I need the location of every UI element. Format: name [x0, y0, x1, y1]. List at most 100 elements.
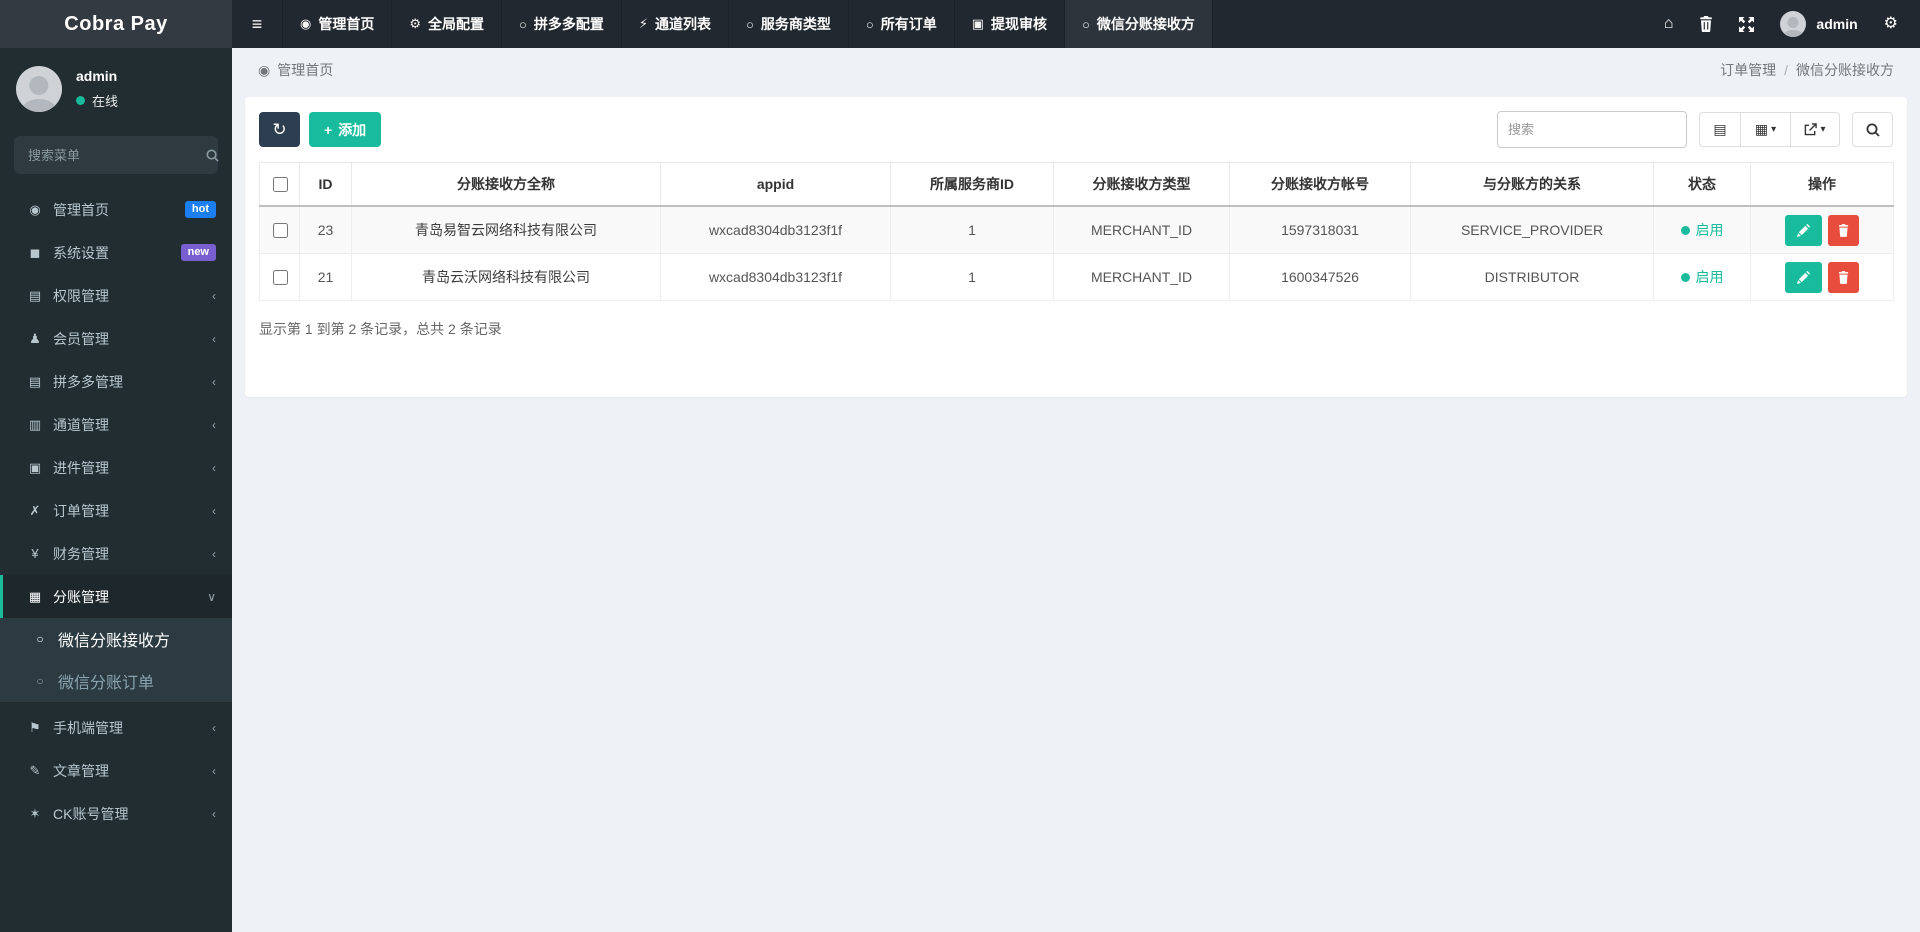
sidebar-item-label: 拼多多管理 — [53, 373, 123, 390]
cell-actions — [1750, 253, 1894, 301]
sidebar-subitem-wechat-orders[interactable]: ○ 微信分账订单 — [0, 660, 232, 702]
user-avatar[interactable] — [1780, 11, 1807, 37]
gears-icon: ⚙ — [409, 16, 421, 31]
pencil-icon: ✎ — [29, 762, 41, 778]
delete-button[interactable] — [1828, 261, 1859, 293]
edit-button[interactable] — [1785, 261, 1822, 293]
detail-view-button[interactable]: ▤ — [1699, 112, 1740, 147]
trash-icon[interactable] — [1699, 16, 1713, 32]
fullscreen-icon[interactable] — [1739, 16, 1755, 32]
journal-icon: ▦ — [28, 588, 42, 604]
cell-appid: wxcad8304db3123f1f — [660, 205, 891, 254]
sidebar-item-orders[interactable]: ✗ 订单管理 ‹ — [0, 489, 232, 532]
circle-icon: ○ — [865, 16, 874, 32]
brand-logo: Cobra Pay — [0, 0, 232, 48]
sidebar-item-articles[interactable]: ✎ 文章管理 ‹ — [0, 749, 232, 792]
column-header-name: 分账接收方全称 — [351, 162, 661, 207]
sidebar-item-onboarding[interactable]: ▣ 进件管理 ‹ — [0, 446, 232, 489]
nav-tab-withdraw-review[interactable]: ▣ 提现审核 — [955, 0, 1066, 48]
sidebar-item-members[interactable]: ♟ 会员管理 ‹ — [0, 317, 232, 360]
cell-actions — [1750, 205, 1894, 254]
columns-button[interactable]: ▦ ▾ — [1740, 112, 1790, 147]
search-icon[interactable] — [206, 148, 219, 162]
select-all-checkbox[interactable] — [272, 176, 288, 192]
menu-icon: ≡ — [251, 13, 263, 34]
home-icon[interactable]: ⌂ — [1664, 16, 1674, 32]
sidebar-item-system-settings[interactable]: ◼ 系统设置 new — [0, 231, 232, 274]
gear-icon[interactable]: ⚙ — [1884, 16, 1898, 32]
column-header-id: ID — [299, 162, 352, 207]
row-checkbox[interactable] — [272, 269, 288, 285]
cell-name: 青岛云沃网络科技有限公司 — [351, 253, 661, 301]
column-header-actions: 操作 — [1750, 162, 1894, 207]
caret-down-icon: ▾ — [1820, 124, 1826, 135]
nav-tab-all-orders[interactable]: ○ 所有订单 — [849, 0, 955, 48]
table-search-input[interactable] — [1497, 111, 1687, 148]
table-toolbar: ↻ +添加 ▤ ▦▾ ▾ — [259, 111, 1893, 148]
chevron-left-icon: ‹ — [212, 503, 216, 518]
topbar-username[interactable]: admin — [1816, 16, 1857, 32]
delete-button[interactable] — [1828, 214, 1859, 246]
top-navbar: Cobra Pay ≡ ◉ 管理首页 ⚙ 全局配置 ○ 拼多多配置 ⚡ 通道列表 ○ 服务… — [0, 0, 1920, 48]
column-header-appid: appid — [660, 162, 891, 207]
sidebar-toggle-button[interactable]: ≡ — [232, 0, 283, 48]
sidebar-item-pdd[interactable]: ▤ 拼多多管理 ‹ — [0, 360, 232, 403]
pagination-summary: 显示第 1 到第 2 条记录，总共 2 条记录 — [259, 321, 502, 337]
sidebar-search-input[interactable] — [26, 146, 206, 164]
nav-tab-global-config[interactable]: ⚙ 全局配置 — [392, 0, 502, 48]
sidebar-menu-bottom: ⚑ 手机端管理 ‹ ✎ 文章管理 ‹ ✶ CK账号管理 ‹ — [0, 706, 232, 835]
nav-tab-channel-list[interactable]: ⚡ 通道列表 — [622, 0, 729, 48]
breadcrumb-parent[interactable]: 订单管理 — [1720, 60, 1776, 80]
sidebar-user-status: 在线 — [76, 91, 118, 110]
row-checkbox-cell — [259, 253, 300, 301]
cart-icon: ▥ — [28, 416, 42, 432]
online-label: 在线 — [92, 94, 119, 109]
breadcrumb-separator: / — [1784, 62, 1788, 78]
sidebar-item-permissions[interactable]: ▤ 权限管理 ‹ — [0, 274, 232, 317]
chevron-down-icon: ∨ — [207, 589, 216, 604]
pencil-icon — [1797, 270, 1810, 284]
row-checkbox[interactable] — [272, 222, 288, 238]
sidebar-item-label: 进件管理 — [53, 459, 109, 476]
breadcrumb-home[interactable]: 管理首页 — [277, 60, 333, 80]
sidebar-item-label: 会员管理 — [53, 330, 109, 347]
breadcrumb-left: ◉ 管理首页 — [258, 60, 333, 80]
sidebar-item-channels[interactable]: ▥ 通道管理 ‹ — [0, 403, 232, 446]
plus-icon: + — [324, 121, 333, 138]
flag-icon: ⚑ — [29, 719, 41, 735]
edit-button[interactable] — [1785, 214, 1822, 246]
circle-icon: ○ — [519, 16, 527, 32]
chevron-left-icon: ‹ — [212, 720, 216, 735]
cell-appid: wxcad8304db3123f1f — [660, 253, 891, 301]
sidebar-item-dashboard[interactable]: ◉ 管理首页 hot — [0, 188, 232, 231]
fulltext-search-button[interactable] — [1852, 112, 1893, 147]
sidebar-item-finance[interactable]: ¥ 财务管理 ‹ — [0, 532, 232, 575]
receivers-table: ID 分账接收方全称 appid 所属服务商ID 分账接收方类型 分账接收方帐号… — [259, 162, 1894, 301]
sidebar-item-mobile[interactable]: ⚑ 手机端管理 ‹ — [0, 706, 232, 749]
sidebar-subitem-wechat-receivers[interactable]: ○ 微信分账接收方 — [0, 618, 232, 660]
sidebar-item-label: 权限管理 — [53, 287, 109, 304]
sidebar-item-ck-accounts[interactable]: ✶ CK账号管理 ‹ — [0, 792, 232, 835]
column-header-account: 分账接收方帐号 — [1229, 162, 1411, 207]
nav-tab-dashboard[interactable]: ◉ 管理首页 — [283, 0, 393, 48]
nav-tab-wechat-receivers[interactable]: ○ 微信分账接收方 — [1065, 0, 1213, 48]
refresh-icon: ↻ — [272, 119, 287, 139]
cell-type: MERCHANT_ID — [1053, 253, 1230, 301]
search-icon — [1866, 123, 1880, 137]
sidebar-item-label: 手机端管理 — [53, 719, 123, 736]
dashboard-icon: ◉ — [29, 201, 41, 217]
refresh-button[interactable]: ↻ — [259, 112, 300, 147]
pencil-icon — [1797, 223, 1810, 237]
sidebar-search-box — [14, 136, 219, 174]
nav-tab-pdd-config[interactable]: ○ 拼多多配置 — [502, 0, 622, 48]
caret-down-icon: ▾ — [1771, 124, 1777, 135]
folder-icon: ◼ — [29, 244, 41, 260]
export-button[interactable]: ▾ — [1790, 112, 1840, 147]
row-checkbox-cell — [259, 205, 300, 254]
nav-tab-provider-type[interactable]: ○ 服务商类型 — [729, 0, 849, 48]
add-button[interactable]: + 添加 — [309, 112, 382, 147]
sidebar-item-label: 系统设置 — [53, 244, 109, 261]
nav-tab-label: 服务商类型 — [760, 16, 831, 32]
sidebar-item-profit-sharing[interactable]: ▦ 分账管理 ∨ — [0, 575, 232, 618]
